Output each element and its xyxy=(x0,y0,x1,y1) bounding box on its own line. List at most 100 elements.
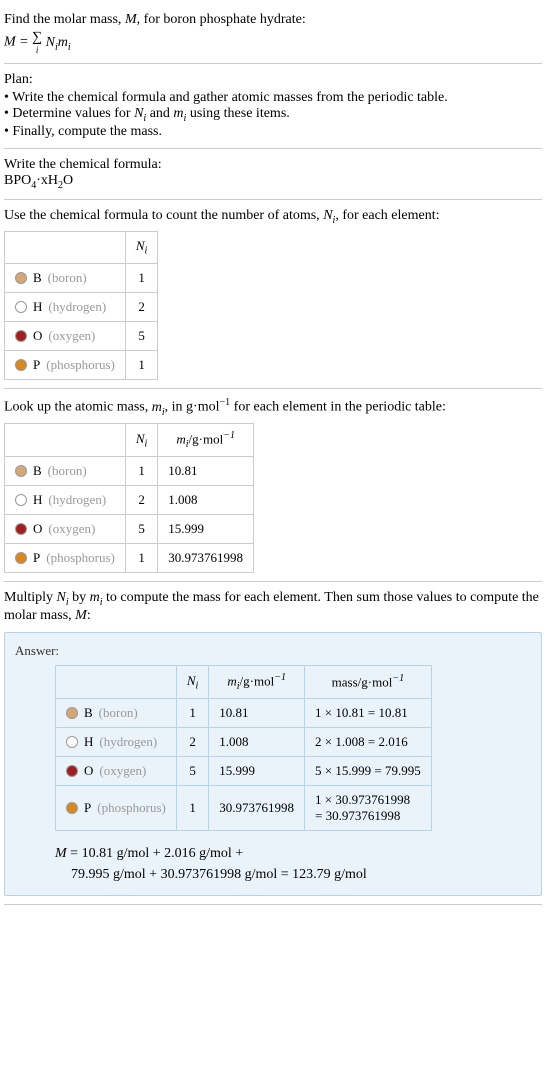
mi-value: 1.008 xyxy=(158,486,254,515)
element-name: (hydrogen) xyxy=(48,299,106,315)
element-cell: P (phosphorus) xyxy=(56,786,177,831)
intro-part2: , for boron phosphate hydrate: xyxy=(137,12,306,27)
table-row: H (hydrogen)2 xyxy=(5,292,158,321)
plan-item-2: • Determine values for Ni and mi using t… xyxy=(4,106,542,124)
ni-value: 5 xyxy=(176,757,208,786)
header-ni: Ni xyxy=(176,666,208,699)
element-cell: B (boron) xyxy=(56,699,177,728)
element-swatch xyxy=(15,552,27,564)
element-symbol: P xyxy=(33,550,40,566)
element-name: (phosphorus) xyxy=(46,550,115,566)
table-row: H (hydrogen)21.008 xyxy=(5,486,254,515)
element-cell: H (hydrogen) xyxy=(56,728,177,757)
ni-value: 5 xyxy=(125,321,157,350)
ni-value: 2 xyxy=(125,486,157,515)
header-empty xyxy=(56,666,177,699)
element-cell: H (hydrogen) xyxy=(5,486,126,515)
section-intro: Find the molar mass, M, for boron phosph… xyxy=(4,4,542,64)
mi-value: 30.973761998 xyxy=(209,786,305,831)
ni-value: 1 xyxy=(125,544,157,573)
element-cell: B (boron) xyxy=(5,263,126,292)
element-swatch xyxy=(66,765,78,777)
ni-value: 5 xyxy=(125,515,157,544)
mi-value: 15.999 xyxy=(209,757,305,786)
header-ni: Ni xyxy=(125,232,157,264)
section-chem-formula: Write the chemical formula: BPO4·xH2O xyxy=(4,149,542,200)
table-row: O (oxygen)5 xyxy=(5,321,158,350)
element-swatch xyxy=(15,494,27,506)
ni-value: 1 xyxy=(125,457,157,486)
formula-Ni: Ni xyxy=(46,35,58,50)
ni-value: 2 xyxy=(176,728,208,757)
element-name: (hydrogen) xyxy=(48,492,106,508)
section-plan: Plan: • Write the chemical formula and g… xyxy=(4,64,542,149)
header-mi: mi/g·mol−1 xyxy=(209,666,305,699)
mass-value: 5 × 15.999 = 79.995 xyxy=(305,757,432,786)
element-name: (oxygen) xyxy=(99,763,146,779)
final-mass-equation: M = 10.81 g/mol + 2.016 g/mol + 79.995 g… xyxy=(55,843,531,885)
element-name: (boron) xyxy=(48,270,87,286)
section-atomic-mass: Look up the atomic mass, mi, in g·mol−1 … xyxy=(4,389,542,582)
element-symbol: P xyxy=(84,800,91,816)
element-name: (hydrogen) xyxy=(99,734,157,750)
sigma-symbol: ∑ xyxy=(32,30,42,45)
intro-part1: Find the molar mass, xyxy=(4,12,125,27)
answer-box: Answer: Ni mi/g·mol−1 mass/g·mol−1 B (bo… xyxy=(4,632,542,896)
molar-mass-formula: M = ∑i Nimi xyxy=(4,30,542,55)
element-cell: P (phosphorus) xyxy=(5,544,126,573)
sigma: ∑i xyxy=(32,30,42,55)
answer-label: Answer: xyxy=(15,643,531,659)
ni-value: 2 xyxy=(125,292,157,321)
element-symbol: P xyxy=(33,357,40,373)
mi-value: 1.008 xyxy=(209,728,305,757)
mi-value: 10.81 xyxy=(209,699,305,728)
ni-value: 1 xyxy=(176,786,208,831)
element-cell: P (phosphorus) xyxy=(5,350,126,379)
atomic-mass-table: Ni mi/g·mol−1 B (boron)110.81H (hydrogen… xyxy=(4,423,254,573)
answer-table: Ni mi/g·mol−1 mass/g·mol−1 B (boron)110.… xyxy=(55,665,432,831)
table-row: O (oxygen)515.9995 × 15.999 = 79.995 xyxy=(56,757,432,786)
intro-text: Find the molar mass, M, for boron phosph… xyxy=(4,12,542,28)
element-cell: O (oxygen) xyxy=(5,515,126,544)
element-name: (oxygen) xyxy=(48,328,95,344)
table-header-row: Ni mi/g·mol−1 mass/g·mol−1 xyxy=(56,666,432,699)
element-symbol: B xyxy=(33,270,42,286)
header-mi: mi/g·mol−1 xyxy=(158,424,254,457)
element-swatch xyxy=(15,330,27,342)
element-name: (boron) xyxy=(48,463,87,479)
var-M: M xyxy=(125,12,137,27)
element-swatch xyxy=(66,736,78,748)
table-row: P (phosphorus)130.973761998 xyxy=(5,544,254,573)
plan-item-1: • Write the chemical formula and gather … xyxy=(4,90,542,106)
element-swatch xyxy=(15,523,27,535)
element-cell: H (hydrogen) xyxy=(5,292,126,321)
formula-mi: mi xyxy=(58,35,71,50)
element-symbol: B xyxy=(33,463,42,479)
formula-M: M xyxy=(4,35,16,50)
element-swatch xyxy=(15,301,27,313)
plan-title: Plan: xyxy=(4,72,542,88)
element-swatch xyxy=(15,465,27,477)
section-atom-count: Use the chemical formula to count the nu… xyxy=(4,200,542,389)
table-row: B (boron) 110.81 xyxy=(5,457,254,486)
chem-formula-title: Write the chemical formula: xyxy=(4,157,542,173)
element-symbol: H xyxy=(84,734,93,750)
element-symbol: H xyxy=(33,299,42,315)
table-header-row: Ni mi/g·mol−1 xyxy=(5,424,254,457)
atom-count-table: Ni B (boron)1H (hydrogen)2O (oxygen)5P (… xyxy=(4,231,158,380)
atom-count-title: Use the chemical formula to count the nu… xyxy=(4,208,542,226)
mi-value: 15.999 xyxy=(158,515,254,544)
table-row: H (hydrogen)21.0082 × 1.008 = 2.016 xyxy=(56,728,432,757)
element-name: (phosphorus) xyxy=(46,357,115,373)
plan-list: • Write the chemical formula and gather … xyxy=(4,90,542,140)
element-name: (boron) xyxy=(99,705,138,721)
element-name: (oxygen) xyxy=(48,521,95,537)
element-cell: O (oxygen) xyxy=(5,321,126,350)
element-cell: O (oxygen) xyxy=(56,757,177,786)
header-mass: mass/g·mol−1 xyxy=(305,666,432,699)
mi-value: 30.973761998 xyxy=(158,544,254,573)
table-row: B (boron)110.811 × 10.81 = 10.81 xyxy=(56,699,432,728)
element-swatch xyxy=(15,359,27,371)
element-swatch xyxy=(15,272,27,284)
mi-value: 10.81 xyxy=(158,457,254,486)
